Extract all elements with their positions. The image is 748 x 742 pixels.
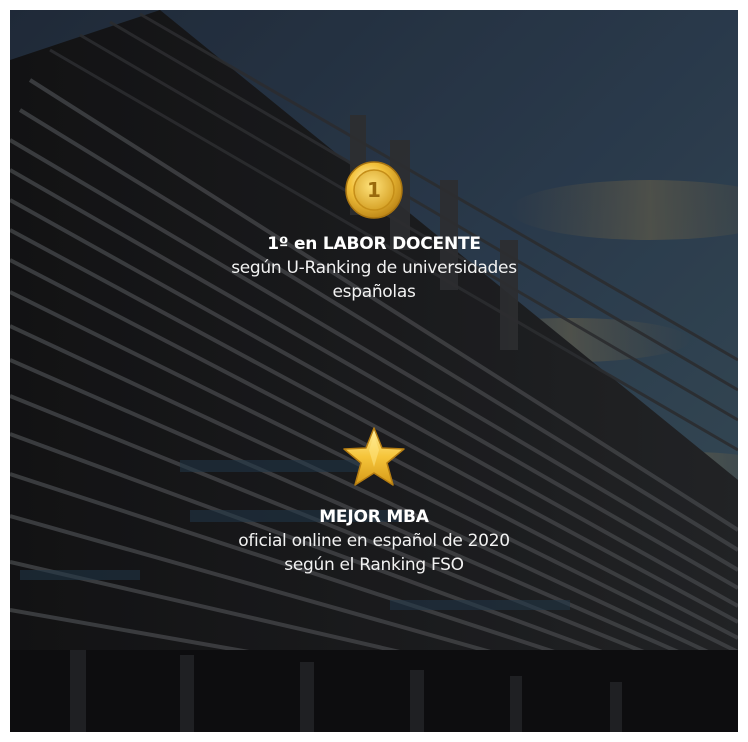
gold-star-icon bbox=[343, 427, 405, 486]
hero-banner: 1 1º en LABOR DOCENTE según U-Ranking de… bbox=[10, 10, 738, 732]
dark-overlay bbox=[10, 10, 738, 732]
award-description-line: según U-Ranking de universidades bbox=[231, 258, 517, 278]
award-description-line: según el Ranking FSO bbox=[284, 555, 464, 575]
award-description-line: oficial online en español de 2020 bbox=[238, 531, 510, 551]
award-title: MEJOR MBA bbox=[319, 507, 429, 527]
medal-number: 1 bbox=[367, 178, 381, 202]
award-title: 1º en LABOR DOCENTE bbox=[267, 234, 481, 254]
gold-medal-1-icon: 1 bbox=[345, 161, 403, 219]
award-mejor-mba: MEJOR MBA oficial online en español de 2… bbox=[10, 425, 738, 577]
award-description-line: españolas bbox=[332, 282, 416, 302]
award-labor-docente: 1 1º en LABOR DOCENTE según U-Ranking de… bbox=[10, 160, 738, 304]
